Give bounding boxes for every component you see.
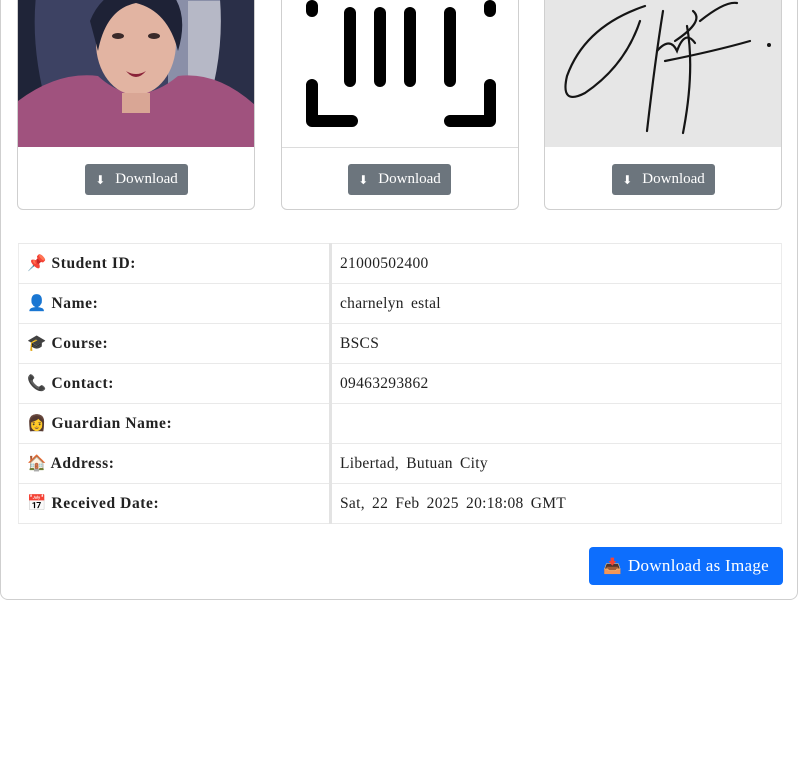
photo-card: ⬇ Download xyxy=(17,0,255,210)
student-id-label: 📌 Student ID: xyxy=(18,243,332,284)
contact-label: 📞 Contact: xyxy=(18,363,332,404)
download-button-label: Download xyxy=(115,171,178,187)
download-signature-button[interactable]: ⬇ Download xyxy=(612,164,715,195)
download-photo-button[interactable]: ⬇ Download xyxy=(85,164,188,195)
table-row: 🏠 Address: Libertad, Butuan City xyxy=(18,443,782,484)
pushpin-icon: 📌 xyxy=(27,254,47,272)
person-icon: 👤 xyxy=(27,294,47,312)
guardian-name-label: 👩 Guardian Name: xyxy=(18,403,332,444)
contact-value: 09463293862 xyxy=(330,363,782,404)
name-label: 👤 Name: xyxy=(18,283,332,324)
row-label: Name: xyxy=(51,295,99,312)
table-row: 👩 Guardian Name: xyxy=(18,403,782,444)
calendar-icon: 📅 xyxy=(27,494,47,512)
download-as-image-button[interactable]: 📥 Download as Image xyxy=(589,547,783,585)
row-label: Received Date: xyxy=(51,495,160,512)
house-icon: 🏠 xyxy=(27,454,47,472)
graduation-cap-icon: 🎓 xyxy=(27,334,47,352)
course-label: 🎓 Course: xyxy=(18,323,332,364)
student-details-table: 📌 Student ID: 21000502400 👤 Name: charne… xyxy=(18,243,782,524)
row-label: Address: xyxy=(50,455,115,472)
inbox-tray-icon: 📥 xyxy=(602,557,622,575)
barcode-card: ⬇ Download xyxy=(281,0,519,210)
course-value: BSCS xyxy=(330,323,782,364)
signature-card: ⬇ Download xyxy=(544,0,782,210)
row-label: Course: xyxy=(51,335,109,352)
student-id-value: 21000502400 xyxy=(330,243,782,284)
woman-icon: 👩 xyxy=(27,414,47,432)
received-date-label: 📅 Received Date: xyxy=(18,483,332,524)
address-value: Libertad, Butuan City xyxy=(330,443,782,484)
name-value: charnelyn estal xyxy=(330,283,782,324)
signature-image xyxy=(545,0,781,147)
received-date-value: Sat, 22 Feb 2025 20:18:08 GMT xyxy=(330,483,782,524)
row-label: Guardian Name: xyxy=(51,415,173,432)
barcode-scan-image xyxy=(282,0,518,148)
table-row: 🎓 Course: BSCS xyxy=(18,323,782,364)
download-arrow-icon: ⬇ xyxy=(95,172,106,187)
download-button-label: Download xyxy=(378,171,441,187)
download-arrow-icon: ⬇ xyxy=(622,172,633,187)
guardian-name-value xyxy=(330,403,782,444)
table-row: 📅 Received Date: Sat, 22 Feb 2025 20:18:… xyxy=(18,483,782,524)
row-label: Contact: xyxy=(51,375,114,392)
download-barcode-button[interactable]: ⬇ Download xyxy=(348,164,451,195)
table-row: 👤 Name: charnelyn estal xyxy=(18,283,782,324)
row-label: Student ID: xyxy=(51,255,137,272)
table-row: 📌 Student ID: 21000502400 xyxy=(18,243,782,284)
address-label: 🏠 Address: xyxy=(18,443,332,484)
phone-icon: 📞 xyxy=(27,374,47,392)
download-as-image-label: Download as Image xyxy=(627,556,770,575)
download-button-label: Download xyxy=(642,171,705,187)
download-arrow-icon: ⬇ xyxy=(358,172,369,187)
table-row: 📞 Contact: 09463293862 xyxy=(18,363,782,404)
student-photo xyxy=(18,0,254,147)
